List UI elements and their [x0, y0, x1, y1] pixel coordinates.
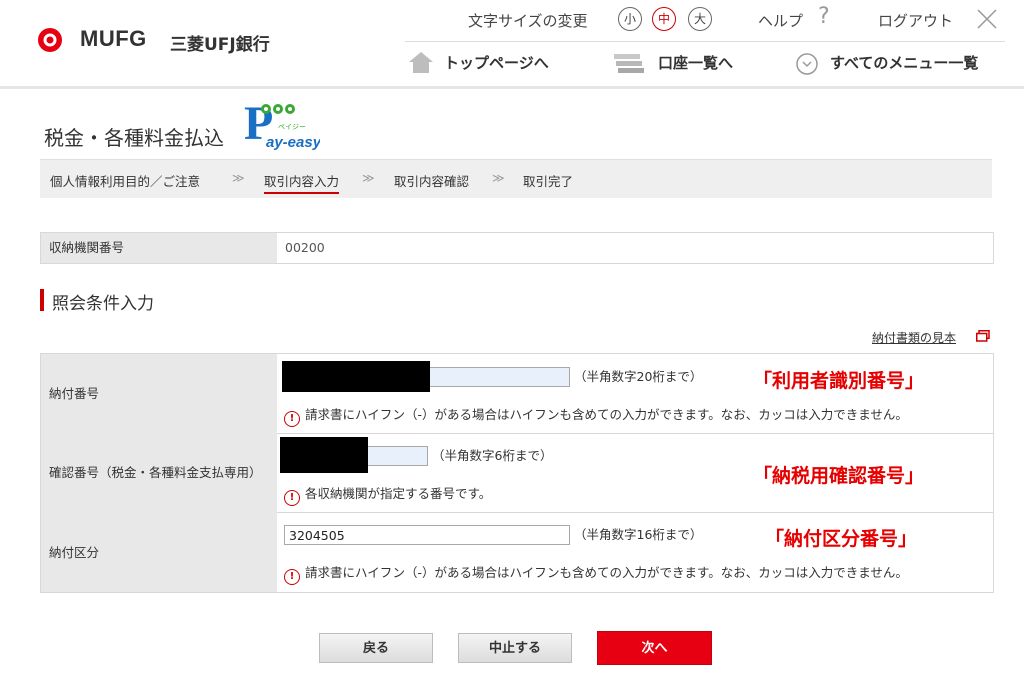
redaction-block — [280, 437, 368, 473]
cancel-button[interactable]: 中止する — [458, 633, 572, 663]
section-accent-bar — [40, 289, 44, 311]
home-icon[interactable] — [408, 50, 434, 74]
step-1: 個人情報利用目的／ご注意 — [50, 174, 201, 189]
form-row-payment-category: 納付区分 （半角数字16桁まで） 「納付区分番号」 !請求書にハイフン（-）があ… — [41, 512, 993, 592]
help-icon[interactable]: ? — [818, 4, 830, 29]
step-4: 取引完了 — [523, 174, 574, 189]
inquiry-form: 納付番号 （半角数字20桁まで） 「利用者識別番号」 ! 請求書にハイフン（-）が… — [40, 353, 994, 593]
payment-number-note: ! 請求書にハイフン（-）がある場合はハイフンも含めての入力ができます。なお、カッ… — [284, 404, 908, 427]
warning-icon: ! — [284, 569, 300, 585]
step-2-active: 取引内容入力 — [264, 171, 340, 194]
org-number-row: 収納機関番号 00200 — [40, 232, 994, 264]
step-separator: ≫ — [232, 171, 245, 185]
logout-link[interactable]: ログアウト — [878, 10, 953, 31]
bank-name[interactable]: 三菱UFJ銀行 — [170, 30, 270, 55]
accounts-icon[interactable] — [612, 52, 646, 74]
payment-category-input[interactable] — [284, 525, 570, 545]
font-size-label: 文字サイズの変更 — [468, 12, 588, 30]
annotation-payment-category-number: 「納付区分番号」 — [765, 528, 918, 550]
logo-text[interactable]: MUFG — [80, 26, 147, 52]
nav-divider — [405, 41, 1005, 42]
back-button[interactable]: 戻る — [319, 633, 433, 663]
sample-documents-link[interactable]: 納付書類の見本 — [872, 329, 956, 346]
form-row-payment-number: 納付番号 （半角数字20桁まで） 「利用者識別番号」 ! 請求書にハイフン（-）が… — [41, 354, 993, 434]
org-number-label: 収納機関番号 — [41, 233, 277, 263]
next-button[interactable]: 次へ — [597, 631, 712, 665]
page-title: 税金・各種料金払込 — [44, 126, 224, 150]
external-window-icon[interactable] — [976, 330, 990, 342]
svg-text:ay-easy: ay-easy — [266, 134, 320, 151]
confirmation-number-label: 確認番号（税金・各種料金支払専用） — [41, 433, 277, 512]
warning-icon: ! — [284, 411, 300, 427]
confirmation-number-hint: （半角数字6桁まで） — [432, 448, 553, 463]
nav-accounts[interactable]: 口座一覧へ — [658, 52, 733, 73]
mufg-logo-icon[interactable] — [36, 26, 72, 54]
font-size-small-button[interactable]: 小 — [618, 7, 642, 31]
close-icon[interactable] — [976, 8, 998, 30]
section-title: 照会条件入力 — [52, 294, 154, 314]
help-link[interactable]: ヘルプ — [758, 10, 803, 31]
nav-top-page[interactable]: トップページへ — [444, 52, 549, 73]
payeasy-logo: P ペイジー ay-easy — [244, 95, 322, 155]
org-number-value: 00200 — [285, 240, 325, 255]
warning-icon: ! — [284, 490, 300, 506]
font-size-medium-button[interactable]: 中 — [652, 7, 676, 31]
payment-category-note: ! 請求書にハイフン（-）がある場合はハイフンも含めての入力ができます。なお、カッ… — [284, 562, 908, 585]
confirmation-number-note: ! 各収納機関が指定する番号です。 — [284, 483, 491, 506]
redaction-block — [282, 361, 430, 392]
step-separator: ≫ — [362, 171, 375, 185]
progress-steps: 個人情報利用目的／ご注意 ≫ 取引内容入力 ≫ 取引内容確認 ≫ 取引完了 — [40, 159, 992, 198]
form-row-confirmation-number: 確認番号（税金・各種料金支払専用） （半角数字6桁まで） 「納税用確認番号」 !… — [41, 433, 993, 513]
payment-category-hint: （半角数字16桁まで） — [574, 527, 703, 542]
payeasy-logo-icon: P ペイジー ay-easy — [244, 97, 322, 151]
payment-number-label: 納付番号 — [41, 354, 277, 433]
annotation-tax-confirmation-number: 「納税用確認番号」 — [753, 465, 925, 487]
svg-text:ペイジー: ペイジー — [278, 123, 306, 131]
payment-category-label: 納付区分 — [41, 512, 277, 592]
step-3: 取引内容確認 — [394, 174, 470, 189]
font-size-large-button[interactable]: 大 — [688, 7, 712, 31]
chevron-down-circle-icon[interactable] — [796, 53, 818, 75]
step-separator: ≫ — [492, 171, 505, 185]
header: MUFG 三菱UFJ銀行 文字サイズの変更 小 中 大 ヘルプ ? ログアウト … — [0, 0, 1024, 89]
payment-number-hint: （半角数字20桁まで） — [574, 369, 703, 384]
annotation-user-id-number: 「利用者識別番号」 — [753, 370, 925, 392]
nav-all-menu[interactable]: すべてのメニュー一覧 — [830, 52, 978, 73]
